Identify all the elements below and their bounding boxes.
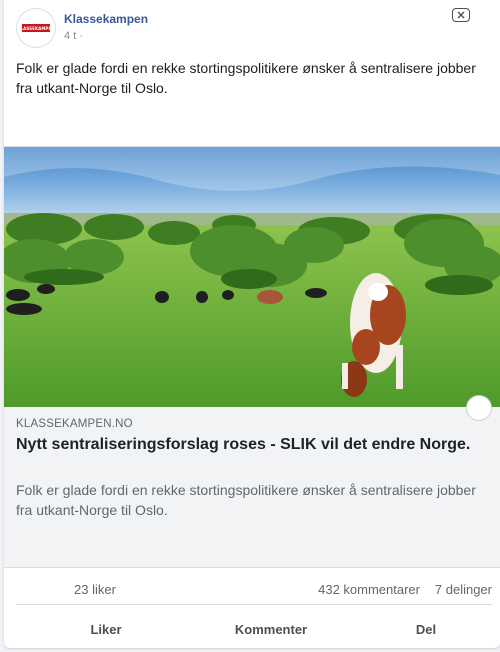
comment-button[interactable]: Kommenter xyxy=(216,612,326,646)
post-text: Folk er glade fordi en rekke stortingspo… xyxy=(16,60,476,96)
link-description: Folk er glade fordi en rekke stortingspo… xyxy=(16,482,476,518)
link-domain: KLASSEKAMPEN.NO xyxy=(16,418,133,430)
timestamp-dot: · xyxy=(79,30,83,42)
like-button[interactable]: Liker xyxy=(66,612,146,646)
comments-count[interactable]: 432 kommentarer xyxy=(318,582,420,597)
link-image[interactable] xyxy=(4,147,500,407)
post-stats: 23 liker 432 kommentarer 7 delinger xyxy=(16,574,492,605)
link-title[interactable]: Nytt sentraliseringsforslag roses - SLIK… xyxy=(16,436,486,454)
likes-count[interactable]: 23 liker xyxy=(74,582,116,597)
post-timestamp[interactable]: 4 t · xyxy=(64,30,83,42)
close-button[interactable] xyxy=(452,8,470,22)
page-name-link[interactable]: Klassekampen xyxy=(64,12,148,26)
post-card: KLASSEKAMPEN Klassekampen 4 t · Folk er g… xyxy=(4,0,500,648)
avatar-logo: KLASSEKAMPEN xyxy=(17,24,55,32)
timestamp-text: 4 t xyxy=(64,30,77,42)
shares-count[interactable]: 7 delinger xyxy=(435,582,492,597)
avatar[interactable]: KLASSEKAMPEN xyxy=(16,8,56,48)
share-button[interactable]: Del xyxy=(396,612,456,646)
post-actions: Liker Kommenter Del xyxy=(16,612,492,646)
post-header: KLASSEKAMPEN Klassekampen 4 t · xyxy=(16,8,488,52)
share-circle-button[interactable] xyxy=(466,395,492,421)
link-preview[interactable]: KLASSEKAMPEN.NO Nytt sentraliseringsfors… xyxy=(4,146,500,568)
close-icon xyxy=(457,11,465,19)
